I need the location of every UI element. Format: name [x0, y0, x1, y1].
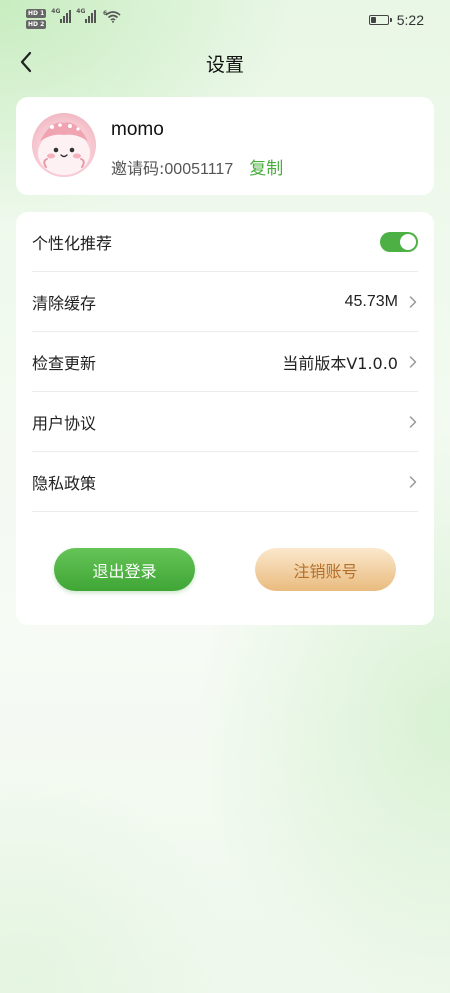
copy-invite-code-button[interactable]: 复制	[249, 154, 283, 179]
signal-icon-2: 4G	[76, 8, 97, 23]
chevron-right-icon	[409, 355, 417, 368]
invite-code-label: 邀请码:	[111, 159, 165, 178]
setting-clear-cache[interactable]: 清除缓存 45.73M	[32, 272, 418, 332]
username: momo	[111, 119, 164, 140]
cache-size-value: 45.73M	[344, 292, 398, 310]
setting-label: 用户协议	[32, 413, 97, 433]
sim1-hd-badge: HD 1	[26, 9, 47, 18]
sim2-hd-badge: HD 2	[26, 20, 47, 29]
nav-bar: 设置	[0, 40, 450, 84]
invite-code-row: 邀请码: 00051117 复制	[111, 154, 283, 179]
status-bar: HD 1 HD 2 4G 4G 6 5:22	[0, 0, 450, 40]
setting-user-agreement[interactable]: 用户协议	[32, 392, 418, 452]
toggle-knob	[400, 233, 416, 250]
cancel-account-button[interactable]: 注销账号	[255, 548, 396, 591]
current-version-value: 当前版本V1.0.0	[282, 353, 398, 373]
avatar[interactable]	[32, 113, 96, 177]
status-time: 5:22	[396, 12, 424, 28]
setting-label: 个性化推荐	[32, 233, 113, 253]
page-title: 设置	[205, 54, 244, 76]
battery-icon	[368, 15, 392, 25]
setting-check-update[interactable]: 检查更新 当前版本V1.0.0	[32, 332, 418, 392]
svg-text:6: 6	[103, 10, 107, 17]
setting-label: 清除缓存	[32, 293, 97, 313]
cartoon-avatar-icon	[38, 122, 90, 175]
invite-code-value: 00051117	[164, 161, 234, 178]
profile-card: momo 邀请码: 00051117 复制	[16, 97, 434, 195]
logout-button[interactable]: 退出登录	[54, 548, 195, 591]
settings-card: 个性化推荐 清除缓存 45.73M 检查更新 当前版本V1.0.0 用户协议 隐…	[16, 212, 434, 625]
signal-icon: 4G	[51, 8, 72, 23]
setting-label: 隐私政策	[32, 473, 97, 493]
setting-personalized-recommendation: 个性化推荐	[32, 212, 418, 272]
chevron-right-icon	[409, 295, 417, 308]
status-left: HD 1 HD 2 4G 4G 6	[26, 8, 121, 29]
chevron-right-icon	[409, 415, 417, 428]
status-right: 5:22	[368, 12, 424, 28]
wifi-icon: 6	[103, 10, 121, 23]
personalized-recommendation-toggle[interactable]	[380, 231, 418, 252]
setting-privacy-policy[interactable]: 隐私政策	[32, 452, 418, 512]
setting-label: 检查更新	[32, 353, 97, 373]
chevron-right-icon	[409, 475, 417, 488]
